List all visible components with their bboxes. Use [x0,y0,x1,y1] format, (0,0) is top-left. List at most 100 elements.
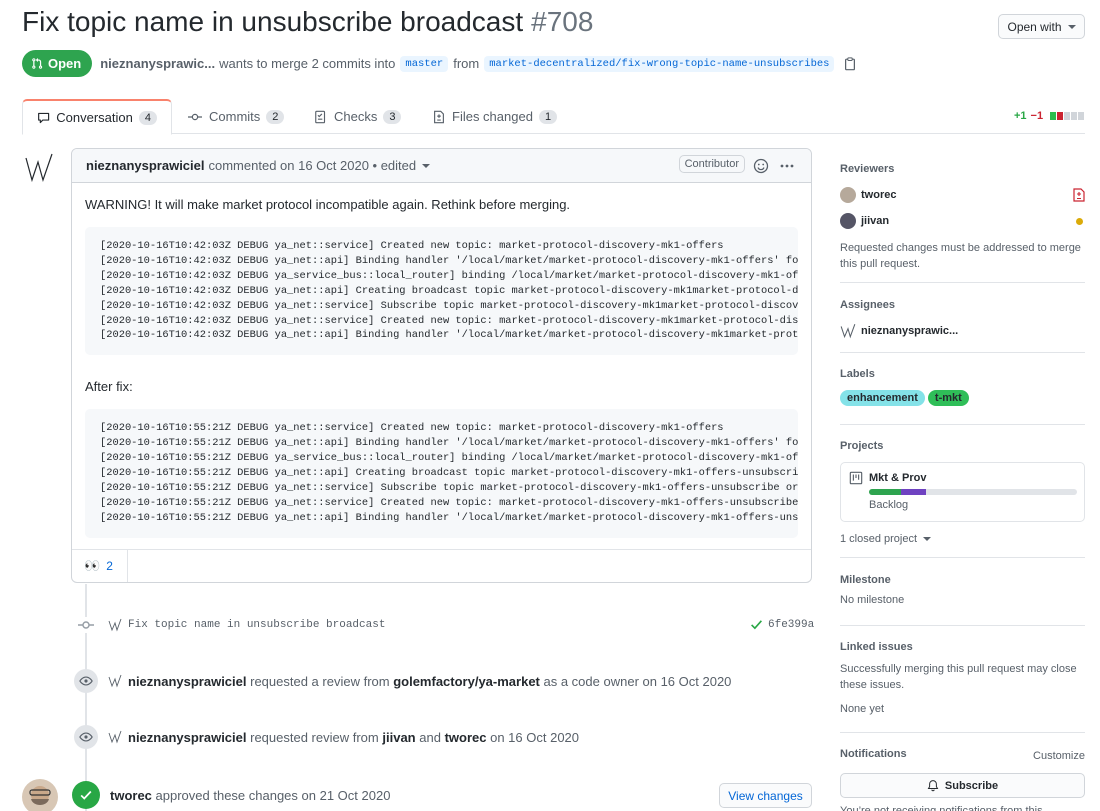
code-block-after: [2020-10-16T10:55:21Z DEBUG ya_net::serv… [85,409,798,538]
event-text: approved these changes on 21 Oct 2020 [155,787,391,803]
open-with-label: Open with [1007,19,1062,34]
project-card[interactable]: Mkt & Prov Backlog [840,462,1085,522]
warning-text: WARNING! It will make market protocol in… [85,197,571,212]
tab-label: Commits [209,109,261,124]
author-mini-avatar[interactable] [108,730,122,744]
project-progress-bar [869,489,1077,495]
from-text: from [453,56,480,71]
eyes-emoji-icon: 👀 [84,558,101,573]
comment-header: nieznanysprawiciel commented on 16 Oct 2… [72,149,811,183]
commit-icon [78,617,94,633]
chevron-down-icon[interactable] [422,163,431,168]
author-mini-avatar[interactable] [108,674,122,688]
event-target[interactable]: jiivan [382,730,415,745]
reviewer-item: jiivan [840,211,1085,231]
check-icon[interactable] [750,618,763,631]
contributor-badge: Contributor [678,155,745,173]
event-target[interactable]: tworec [445,730,487,745]
assignee-name[interactable]: nieznanysprawic... [861,325,958,337]
code-line: [2020-10-16T10:42:03Z DEBUG ya_net::api]… [100,329,798,342]
reviewer-avatar[interactable] [840,213,856,229]
chevron-down-icon [923,537,932,541]
event-text: as a code owner on 16 Oct 2020 [543,673,732,689]
tab-counter: 2 [266,109,285,124]
event-text: requested review from [250,729,379,745]
timeline-review-request-2: nieznanysprawiciel requested review from… [74,725,579,749]
checklist-icon [315,110,326,123]
assignees-title[interactable]: Assignees [840,299,1085,311]
tab-conversation[interactable]: Conversation 4 [22,99,172,135]
tab-label: Checks [334,109,378,124]
clipboard-icon[interactable] [843,56,857,71]
comment-box: nieznanysprawiciel commented on 16 Oct 2… [71,148,812,583]
state-label: Open [48,56,82,71]
reviewers-note: Requested changes must be addressed to m… [840,242,1081,270]
tab-label: Files changed [452,109,533,124]
subscribe-button[interactable]: Subscribe [840,773,1085,798]
comment-icon [38,112,50,123]
label-enhancement[interactable]: enhancement [840,390,925,406]
commit-message[interactable]: Fix topic name in unsubscribe broadcast [128,619,385,631]
comment-meta[interactable]: commented on 16 Oct 2020 • edited [209,158,417,173]
code-line: [2020-10-16T10:55:21Z DEBUG ya_service_b… [100,452,798,465]
pr-tabs: Conversation 4 Commits 2 Checks 3 Files … [22,99,1085,135]
diffstat-added: +1 [1014,110,1027,122]
code-line: [2020-10-16T10:42:03Z DEBUG ya_net::api]… [100,254,798,267]
reviewer-name[interactable]: tworec [861,189,896,201]
reactions-bar: 👀 2 [72,549,811,582]
event-text: on 16 Oct 2020 [490,729,580,745]
project-board-icon [849,471,863,485]
reaction-eyes-button[interactable]: 👀 2 [72,549,128,582]
label-list: enhancement t-mkt [840,390,1085,406]
comment-author[interactable]: nieznanysprawiciel [86,158,205,173]
eye-icon [74,725,98,749]
milestone-title[interactable]: Milestone [840,574,1085,586]
reviewer-avatar[interactable] [840,187,856,203]
label-t-mkt[interactable]: t-mkt [927,390,969,406]
tab-commits[interactable]: Commits 2 [173,99,298,134]
event-target[interactable]: golemfactory/ya-market [393,674,540,689]
open-with-button[interactable]: Open with [998,14,1085,39]
event-actor[interactable]: nieznanysprawiciel [128,674,247,689]
pr-author-link[interactable]: nieznanysprawic... [100,56,215,71]
reviewer-avatar[interactable] [22,779,58,811]
linked-issues-value: None yet [840,703,885,715]
pr-title: Fix topic name in unsubscribe broadcast [22,6,524,37]
code-line: [2020-10-16T10:42:03Z DEBUG ya_net::serv… [100,314,798,327]
sidebar-divider [840,352,1085,353]
file-diff-icon[interactable] [1073,188,1085,202]
project-name[interactable]: Mkt & Prov [869,472,926,484]
author-avatar[interactable] [22,150,58,186]
tab-checks[interactable]: Checks 3 [300,99,415,134]
smiley-icon[interactable] [753,158,769,174]
kebab-menu-icon[interactable] [779,158,795,174]
pr-number: #708 [531,6,594,37]
labels-title[interactable]: Labels [840,368,1085,380]
projects-title[interactable]: Projects [840,440,1085,452]
head-branch[interactable]: market-decentralized/fix-wrong-topic-nam… [484,55,835,72]
code-line: [2020-10-16T10:42:03Z DEBUG ya_net::api]… [100,284,798,297]
linked-issues-title[interactable]: Linked issues [840,641,1085,653]
reaction-count: 2 [106,559,113,573]
customize-link[interactable]: Customize [1033,748,1085,764]
base-branch[interactable]: master [400,55,449,72]
tab-counter: 1 [538,109,558,124]
commit-icon [188,113,202,120]
closed-projects-toggle[interactable]: 1 closed project [840,531,1085,547]
event-actor[interactable]: tworec [110,788,152,803]
commit-sha[interactable]: 6fe399a [768,619,814,631]
reviewers-title[interactable]: Reviewers [840,163,1085,175]
author-mini-avatar[interactable] [108,618,122,632]
linked-issues-note: Successfully merging this pull request m… [840,663,1077,691]
reviewer-name[interactable]: jiivan [861,215,889,227]
tab-files-changed[interactable]: Files changed 1 [418,99,571,134]
pending-dot-icon [1076,217,1083,225]
view-changes-button[interactable]: View changes [719,783,812,808]
code-line: [2020-10-16T10:55:21Z DEBUG ya_net::api]… [100,467,798,480]
assignee-avatar[interactable] [840,323,856,339]
timeline-commit: Fix topic name in unsubscribe broadcast [78,617,385,633]
project-header: Mkt & Prov [849,471,1076,485]
code-line: [2020-10-16T10:42:03Z DEBUG ya_net::serv… [100,299,798,312]
state-badge: Open [22,50,93,77]
event-actor[interactable]: nieznanysprawiciel [128,730,247,745]
